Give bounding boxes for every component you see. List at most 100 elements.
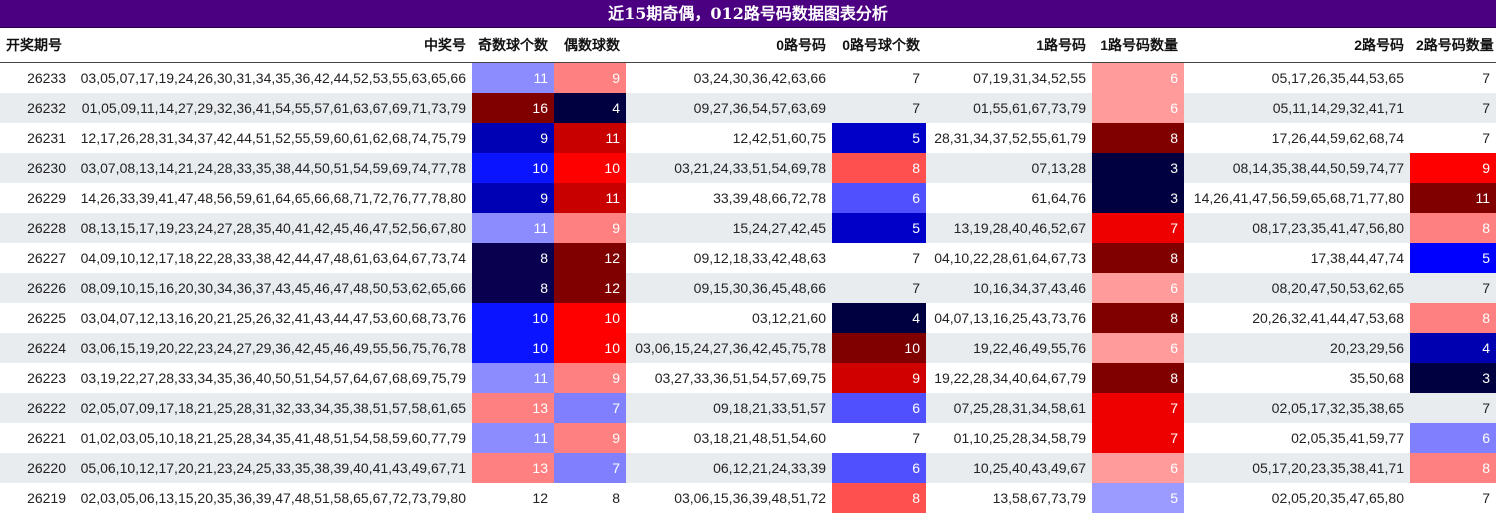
cell-route0-count: 6 — [832, 183, 926, 213]
cell-route1-count: 3 — [1092, 153, 1184, 183]
cell-winning-numbers: 08,13,15,17,19,23,24,27,28,35,40,41,42,4… — [72, 213, 472, 243]
cell-even-count: 10 — [554, 333, 626, 363]
cell-route2-numbers: 20,26,32,41,44,47,53,68 — [1252, 310, 1404, 326]
cell-period: 26224 — [0, 333, 72, 363]
cell-route0-numbers: 09,12,18,33,42,48,63 — [693, 250, 826, 266]
cell-route2-count: 8 — [1410, 303, 1496, 333]
table-row[interactable]: 26226 08,09,10,15,16,20,30,34,36,37,43,45… — [0, 273, 1496, 303]
cell-route0-numbers: 12,42,51,60,75 — [732, 130, 826, 146]
cell-route0-numbers: 03,06,15,36,39,48,51,72 — [674, 490, 826, 506]
cell-odd-count: 8 — [472, 243, 554, 273]
header-route0-numbers[interactable]: 0路号码 — [626, 28, 832, 63]
cell-winning-numbers: 14,26,33,39,41,47,48,56,59,61,64,65,66,6… — [80, 190, 466, 206]
cell-even-count: 10 — [554, 303, 626, 333]
cell-route2-numbers: 02,05,17,32,35,38,65 — [1184, 393, 1410, 423]
cell-route0-numbers: 33,39,48,66,72,78 — [713, 190, 826, 206]
cell-route0-numbers: 03,27,33,36,51,54,57,69,75 — [654, 370, 826, 386]
cell-route1-numbers: 13,19,28,40,46,52,67 — [926, 213, 1092, 243]
table-row[interactable]: 26229 14,26,33,39,41,47,48,56,59,61,64,65… — [0, 183, 1496, 213]
cell-route2-numbers: 20,23,29,56 — [1184, 333, 1410, 363]
cell-route2-count: 11 — [1410, 183, 1496, 213]
cell-route2-count: 8 — [1410, 213, 1496, 243]
cell-route0-count: 7 — [832, 93, 926, 123]
table-row[interactable]: 26228 08,13,15,17,19,23,24,27,28,35,40,41… — [0, 213, 1496, 243]
cell-period: 26232 — [0, 93, 72, 123]
cell-route0-count: 8 — [832, 153, 926, 183]
cell-even-count: 9 — [554, 423, 626, 453]
table-row[interactable]: 26225 03,04,07,12,13,16,20,21,25,26,32,41… — [0, 303, 1496, 333]
table-row[interactable]: 26219 02,03,05,06,13,15,20,35,36,39,47,48… — [0, 483, 1496, 513]
cell-route1-count: 6 — [1092, 333, 1184, 363]
table-row[interactable]: 26222 02,05,07,09,17,18,21,25,28,31,32,33… — [0, 393, 1496, 423]
cell-even-count: 9 — [554, 213, 626, 243]
cell-route0-numbers: 06,12,21,24,33,39 — [626, 453, 832, 483]
cell-route0-numbers: 09,15,30,36,45,48,66 — [626, 273, 832, 303]
cell-route2-numbers: 08,20,47,50,53,62,65 — [1184, 273, 1410, 303]
cell-even-count: 7 — [554, 453, 626, 483]
cell-route1-count: 5 — [1092, 483, 1184, 513]
cell-winning-numbers: 03,04,07,12,13,16,20,21,25,26,32,41,43,4… — [80, 310, 466, 326]
header-route2-count[interactable]: 2路号码数量 — [1410, 28, 1496, 63]
cell-route2-numbers: 05,17,26,35,44,53,65 — [1271, 70, 1404, 86]
header-route0-count[interactable]: 0路号球个数 — [832, 28, 926, 63]
cell-period: 26231 — [27, 130, 66, 146]
cell-odd-count: 12 — [532, 490, 548, 506]
cell-route2-count: 7 — [1482, 490, 1490, 506]
cell-winning-numbers: 02,03,05,06,13,15,20,35,36,39,47,48,51,5… — [80, 490, 466, 506]
cell-route1-numbers: 07,13,28 — [926, 153, 1092, 183]
header-route1-numbers[interactable]: 1路号码 — [926, 28, 1092, 63]
table-row[interactable]: 26221 01,02,03,05,10,18,21,25,28,34,35,41… — [0, 423, 1496, 453]
table-row[interactable]: 26232 01,05,09,11,14,27,29,32,36,41,54,55… — [0, 93, 1496, 123]
cell-route0-numbers: 15,24,27,42,45 — [626, 213, 832, 243]
cell-route1-numbers: 19,22,28,34,40,64,67,79 — [934, 370, 1086, 386]
table-row[interactable]: 26224 03,06,15,19,20,22,23,24,27,29,36,42… — [0, 333, 1496, 363]
cell-period: 26219 — [27, 490, 66, 506]
cell-even-count: 11 — [554, 123, 626, 153]
cell-route0-numbers: 03,18,21,48,51,54,60 — [693, 430, 826, 446]
cell-route0-count: 6 — [832, 393, 926, 423]
cell-route2-numbers: 05,11,14,29,32,41,71 — [1184, 93, 1410, 123]
cell-route2-numbers: 08,17,23,35,41,47,56,80 — [1184, 213, 1410, 243]
cell-route2-count: 4 — [1410, 333, 1496, 363]
table-row[interactable]: 26230 03,07,08,13,14,21,24,28,33,35,38,44… — [0, 153, 1496, 183]
cell-route0-count: 7 — [912, 250, 920, 266]
cell-odd-count: 11 — [472, 62, 554, 93]
header-route1-count[interactable]: 1路号码数量 — [1092, 28, 1184, 63]
table-row[interactable]: 26231 12,17,26,28,31,34,37,42,44,51,52,55… — [0, 123, 1496, 153]
cell-route0-count: 8 — [832, 483, 926, 513]
page-title: 近15期奇偶，012路号码数据图表分析 — [0, 0, 1496, 28]
cell-period: 26229 — [27, 190, 66, 206]
table-body: 26233 03,05,07,17,19,24,26,30,31,34,35,36… — [0, 62, 1496, 513]
cell-route0-count: 7 — [912, 70, 920, 86]
cell-odd-count: 11 — [472, 423, 554, 453]
table-row[interactable]: 26227 04,09,10,12,17,18,22,28,33,38,42,44… — [0, 243, 1496, 273]
cell-route0-count: 7 — [832, 273, 926, 303]
cell-odd-count: 9 — [472, 123, 554, 153]
header-period[interactable]: 开奖期号 — [0, 28, 72, 63]
cell-route0-numbers: 03,06,15,24,27,36,42,45,75,78 — [626, 333, 832, 363]
cell-winning-numbers: 03,19,22,27,28,33,34,35,36,40,50,51,54,5… — [80, 370, 466, 386]
cell-route2-numbers: 17,26,44,59,62,68,74 — [1271, 130, 1404, 146]
cell-route1-numbers: 10,16,34,37,43,46 — [926, 273, 1092, 303]
table-row[interactable]: 26233 03,05,07,17,19,24,26,30,31,34,35,36… — [0, 62, 1496, 93]
cell-route2-numbers: 14,26,41,47,56,59,65,68,71,77,80 — [1193, 190, 1404, 206]
header-route2-numbers[interactable]: 2路号码 — [1184, 28, 1410, 63]
cell-winning-numbers: 02,05,07,09,17,18,21,25,28,31,32,33,34,3… — [72, 393, 472, 423]
cell-winning-numbers: 03,05,07,17,19,24,26,30,31,34,35,36,42,4… — [80, 70, 466, 86]
cell-route1-numbers: 04,07,13,16,25,43,73,76 — [934, 310, 1086, 326]
cell-route0-count: 4 — [832, 303, 926, 333]
lottery-analysis-table: 开奖期号 中奖号 奇数球个数 偶数球数 0路号码 0路号球个数 1路号码 1路号… — [0, 28, 1496, 513]
cell-period: 26226 — [0, 273, 72, 303]
cell-period: 26227 — [27, 250, 66, 266]
table-row[interactable]: 26223 03,19,22,27,28,33,34,35,36,40,50,51… — [0, 363, 1496, 393]
header-numbers[interactable]: 中奖号 — [72, 28, 472, 63]
cell-period: 26230 — [0, 153, 72, 183]
cell-odd-count: 9 — [472, 183, 554, 213]
table-row[interactable]: 26220 05,06,10,12,17,20,21,23,24,25,33,35… — [0, 453, 1496, 483]
cell-route1-count: 7 — [1092, 423, 1184, 453]
cell-route0-count: 5 — [832, 123, 926, 153]
cell-route1-count: 7 — [1092, 213, 1184, 243]
header-odd-count[interactable]: 奇数球个数 — [472, 28, 554, 63]
header-even-count[interactable]: 偶数球数 — [554, 28, 626, 63]
cell-route2-count: 3 — [1410, 363, 1496, 393]
